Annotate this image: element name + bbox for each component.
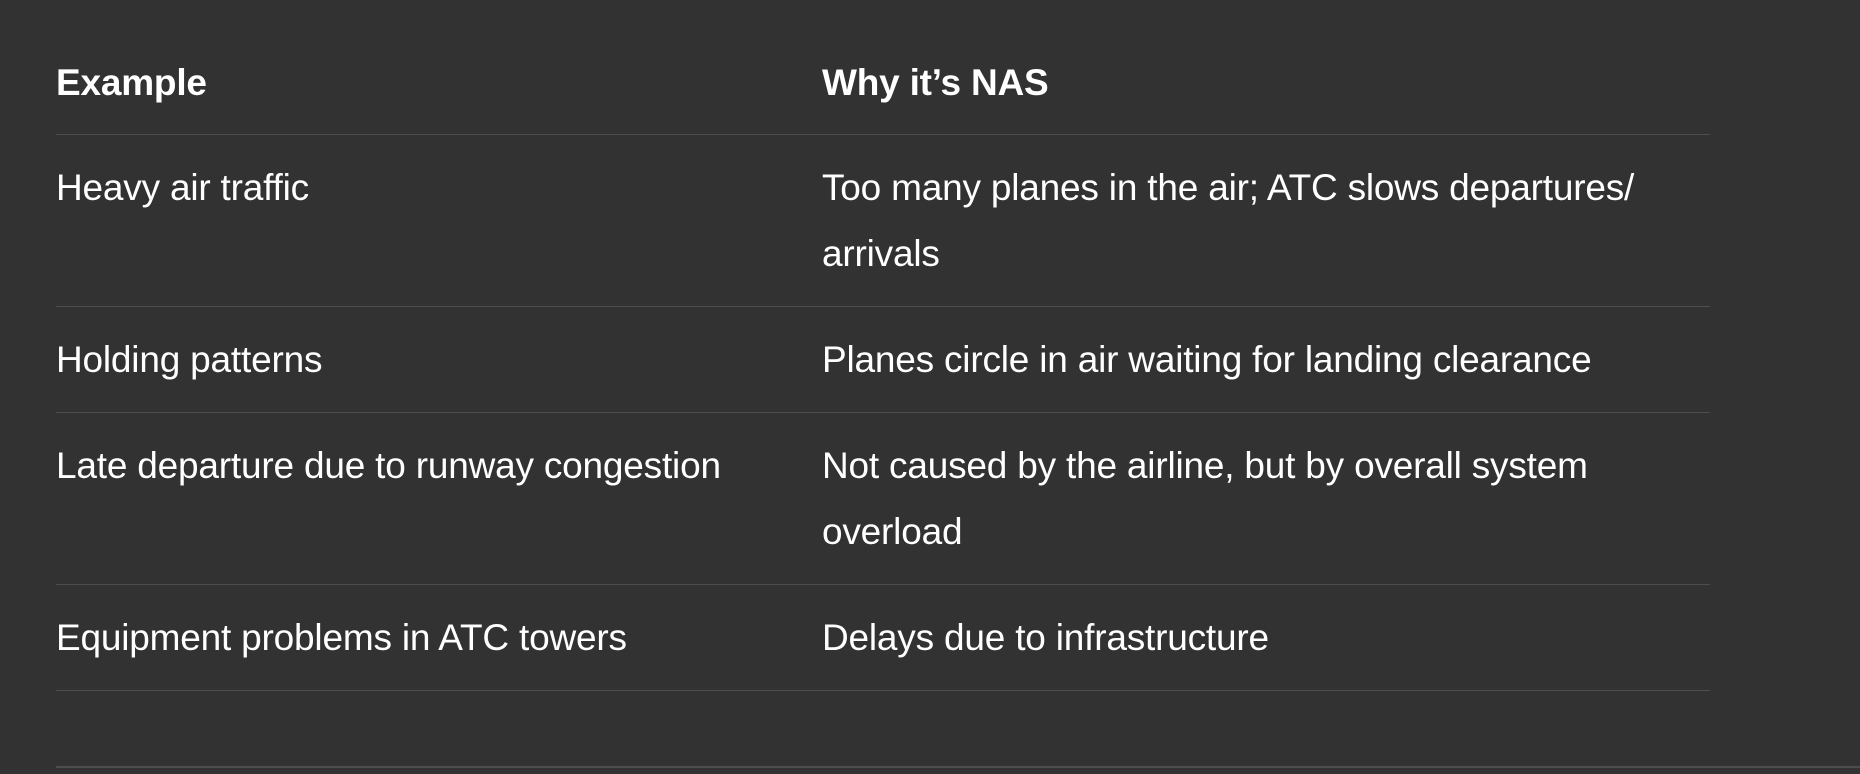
example-cell: Late departure due to runway congestion xyxy=(56,445,721,486)
table-row: Heavy air traffic Too many planes in the… xyxy=(56,135,1710,307)
example-cell: Heavy air traffic xyxy=(56,167,309,208)
column-header-why-its-nas: Why it’s NAS xyxy=(822,62,1049,103)
nas-examples-table: Example Why it’s NAS Heavy air traffic T… xyxy=(56,40,1710,691)
table-row: Holding patterns Planes circle in air wa… xyxy=(56,307,1710,413)
table-header-row: Example Why it’s NAS xyxy=(56,40,1710,135)
column-header-example: Example xyxy=(56,62,207,103)
section-divider xyxy=(56,766,1860,768)
why-cell: Planes circle in air waiting for landing… xyxy=(822,339,1592,380)
example-cell: Equipment problems in ATC towers xyxy=(56,617,627,658)
why-cell: Not caused by the airline, but by overal… xyxy=(822,445,1588,552)
why-cell: Too many planes in the air; ATC slows de… xyxy=(822,167,1635,274)
table-row: Equipment problems in ATC towers Delays … xyxy=(56,585,1710,691)
table-row: Late departure due to runway congestion … xyxy=(56,413,1710,585)
example-cell: Holding patterns xyxy=(56,339,323,380)
why-cell: Delays due to infrastructure xyxy=(822,617,1269,658)
